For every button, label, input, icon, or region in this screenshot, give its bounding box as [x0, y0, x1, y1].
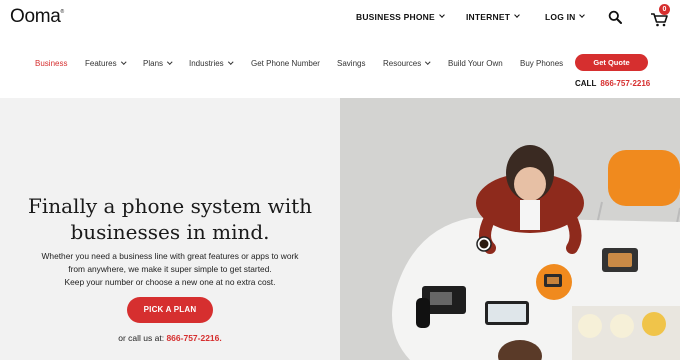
search-icon[interactable]	[608, 10, 622, 24]
chevron-down-icon	[120, 59, 126, 64]
subnav-item-buy-phones[interactable]: Buy Phones	[520, 59, 563, 68]
subnav-label: Industries	[189, 59, 224, 68]
chevron-down-icon	[514, 12, 520, 18]
subnav-label: Get Phone Number	[251, 59, 320, 68]
orange-chair	[608, 150, 680, 206]
subnav-item-get-phone-number[interactable]: Get Phone Number	[251, 59, 320, 68]
subnav-label: Plans	[143, 59, 164, 68]
subnav-item-industries[interactable]: Industries	[189, 59, 233, 68]
hero-headline: Finally a phone system with businesses i…	[0, 193, 340, 245]
call-prefix: CALL	[575, 79, 597, 88]
subnav-item-business[interactable]: Business	[35, 59, 67, 68]
chevron-down-icon	[227, 59, 233, 64]
subnav-item-resources[interactable]: Resources	[383, 59, 431, 68]
headline-line: businesses in mind.	[70, 220, 270, 244]
subnav-label: Savings	[337, 59, 366, 68]
chevron-down-icon	[439, 12, 445, 18]
office-scene-image	[340, 98, 680, 360]
hero-office-photo	[340, 98, 680, 360]
subtext-line: Whether you need a business line with gr…	[41, 251, 299, 261]
subnav-label: Build Your Own	[448, 59, 503, 68]
nav-label: BUSINESS PHONE	[356, 12, 435, 22]
nav-label: LOG IN	[545, 12, 576, 22]
subnav-label: Buy Phones	[520, 59, 564, 68]
subnav-label: Business	[35, 59, 68, 68]
chevron-down-icon	[167, 59, 173, 64]
subnav-item-build-your-own[interactable]: Build Your Own	[448, 59, 503, 68]
nav-business-phone[interactable]: BUSINESS PHONE	[356, 12, 445, 22]
or-call-number-link[interactable]: 866-757-2216.	[166, 333, 221, 343]
hero-subtext: Whether you need a business line with gr…	[10, 250, 330, 289]
chevron-down-icon	[425, 59, 431, 64]
top-bar: Ooma® BUSINESS PHONE INTERNET LOG IN 0	[0, 0, 680, 36]
subtext-line: from anywhere, we make it super simple t…	[68, 264, 272, 274]
subnav-label: Features	[85, 59, 117, 68]
ooma-logo[interactable]: Ooma®	[10, 6, 64, 28]
or-call-line: or call us at: 866-757-2216.	[0, 333, 340, 343]
subnav-item-features[interactable]: Features	[85, 59, 126, 68]
headline-line: Finally a phone system with	[27, 194, 313, 218]
get-quote-button[interactable]: Get Quote	[575, 54, 648, 71]
chevron-down-icon	[579, 12, 586, 18]
nav-internet[interactable]: INTERNET	[466, 12, 520, 22]
cart-count-badge: 0	[659, 4, 670, 15]
pick-a-plan-button[interactable]: PICK A PLAN	[127, 297, 213, 323]
subnav-item-plans[interactable]: Plans	[143, 59, 173, 68]
subnav-item-savings[interactable]: Savings	[337, 59, 365, 68]
call-line: CALL 866-757-2216	[575, 79, 650, 88]
call-number-link[interactable]: 866-757-2216	[600, 79, 650, 88]
nav-label: INTERNET	[466, 12, 511, 22]
subnav-label: Resources	[383, 59, 422, 68]
nav-log-in[interactable]: LOG IN	[545, 12, 586, 22]
subtext-line: Keep your number or choose a new one at …	[64, 277, 276, 287]
or-call-prefix: or call us at:	[118, 333, 165, 343]
